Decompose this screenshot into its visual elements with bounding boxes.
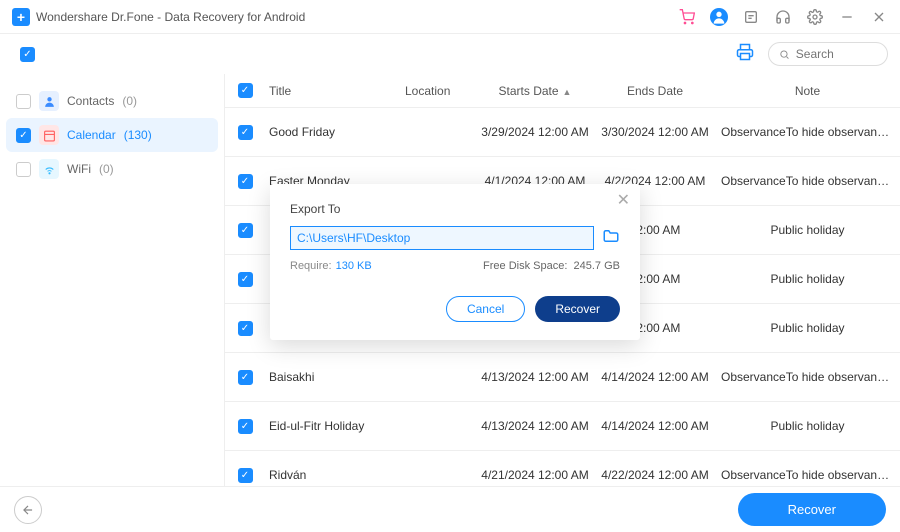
require-value: 130 KB: [336, 260, 372, 272]
cell-title: Ridván: [265, 468, 405, 482]
dialog-cancel-button[interactable]: Cancel: [446, 296, 525, 322]
sidebar-item-contacts[interactable]: ✓ Contacts (0): [6, 84, 218, 118]
back-button[interactable]: [14, 496, 42, 524]
sidebar-item-count: (0): [122, 94, 137, 108]
cell-title: Eid-ul-Fitr Holiday: [265, 419, 405, 433]
table-row[interactable]: ✓ Baisakhi 4/13/2024 12:00 AM 4/14/2024 …: [225, 353, 900, 402]
close-icon[interactable]: [870, 8, 888, 26]
col-title[interactable]: Title: [265, 84, 405, 98]
wifi-icon: [39, 159, 59, 179]
row-checkbox[interactable]: ✓: [238, 174, 253, 189]
cell-start: 4/21/2024 12:00 AM: [475, 468, 595, 482]
row-checkbox[interactable]: ✓: [238, 223, 253, 238]
cell-start: 4/13/2024 12:00 AM: [475, 370, 595, 384]
cell-end: 3/30/2024 12:00 AM: [595, 125, 715, 139]
app-logo-icon: +: [12, 8, 30, 26]
cell-note: Public holiday: [715, 272, 900, 286]
window-title: Wondershare Dr.Fone - Data Recovery for …: [36, 10, 678, 24]
row-checkbox[interactable]: ✓: [238, 370, 253, 385]
minimize-icon[interactable]: [838, 8, 856, 26]
col-ends[interactable]: Ends Date: [595, 84, 715, 98]
toolbar: ✓: [0, 34, 900, 74]
require-label: Require:130 KB: [290, 260, 372, 272]
row-checkbox[interactable]: ✓: [238, 125, 253, 140]
wifi-checkbox[interactable]: ✓: [16, 162, 31, 177]
cell-end: 4/14/2024 12:00 AM: [595, 370, 715, 384]
cell-start: 3/29/2024 12:00 AM: [475, 125, 595, 139]
sort-caret-icon: ▲: [563, 87, 572, 97]
sidebar-item-wifi[interactable]: ✓ WiFi (0): [6, 152, 218, 186]
user-avatar-icon[interactable]: [710, 8, 728, 26]
row-checkbox[interactable]: ✓: [238, 272, 253, 287]
sidebar-item-calendar[interactable]: ✓ Calendar (130): [6, 118, 218, 152]
row-checkbox[interactable]: ✓: [238, 419, 253, 434]
cell-note: ObservanceTo hide observances, go to...: [715, 125, 900, 139]
cell-note: ObservanceTo hide observances, go to...: [715, 370, 900, 384]
dialog-close-icon[interactable]: ✕: [617, 190, 630, 210]
select-all-checkbox[interactable]: ✓: [20, 47, 35, 62]
sidebar-item-label: Calendar: [67, 128, 116, 142]
print-icon[interactable]: [736, 43, 754, 66]
table-row[interactable]: ✓ Eid-ul-Fitr Holiday 4/13/2024 12:00 AM…: [225, 402, 900, 451]
cell-note: ObservanceTo hide observances, go to...: [715, 468, 900, 482]
dialog-recover-button[interactable]: Recover: [535, 296, 620, 322]
sidebar-item-label: WiFi: [67, 162, 91, 176]
cell-end: 4/22/2024 12:00 AM: [595, 468, 715, 482]
cart-icon[interactable]: [678, 8, 696, 26]
col-note[interactable]: Note: [715, 84, 900, 98]
contacts-checkbox[interactable]: ✓: [16, 94, 31, 109]
headphones-icon[interactable]: [774, 8, 792, 26]
export-dialog: ✕ Export To Require:130 KB Free Disk Spa…: [270, 184, 640, 340]
table-header: ✓ Title Location Starts Date▲ Ends Date …: [225, 74, 900, 108]
search-input[interactable]: [768, 42, 888, 66]
col-location[interactable]: Location: [405, 84, 475, 98]
col-starts[interactable]: Starts Date▲: [475, 84, 595, 98]
header-checkbox[interactable]: ✓: [238, 83, 253, 98]
sidebar-item-count: (0): [99, 162, 114, 176]
search-field[interactable]: [796, 47, 877, 61]
row-checkbox[interactable]: ✓: [238, 321, 253, 336]
cell-title: Good Friday: [265, 125, 405, 139]
cell-note: Public holiday: [715, 223, 900, 237]
free-space-value: 245.7 GB: [574, 260, 620, 272]
cell-note: Public holiday: [715, 419, 900, 433]
calendar-icon: [39, 125, 59, 145]
sidebar: ✓ Contacts (0) ✓ Calendar (130) ✓ WiFi (…: [0, 74, 224, 486]
free-space-label: Free Disk Space: 245.7 GB: [483, 260, 620, 272]
feedback-icon[interactable]: [742, 8, 760, 26]
search-icon: [779, 48, 790, 61]
calendar-checkbox[interactable]: ✓: [16, 128, 31, 143]
row-checkbox[interactable]: ✓: [238, 468, 253, 483]
contacts-icon: [39, 91, 59, 111]
dialog-title: Export To: [290, 202, 620, 216]
cell-note: Public holiday: [715, 321, 900, 335]
cell-note: ObservanceTo hide observances, go to...: [715, 174, 900, 188]
browse-folder-icon[interactable]: [602, 227, 620, 250]
titlebar: + Wondershare Dr.Fone - Data Recovery fo…: [0, 0, 900, 34]
gear-icon[interactable]: [806, 8, 824, 26]
table-row[interactable]: ✓ Ridván 4/21/2024 12:00 AM 4/22/2024 12…: [225, 451, 900, 486]
cell-start: 4/13/2024 12:00 AM: [475, 419, 595, 433]
export-path-input[interactable]: [290, 226, 594, 250]
sidebar-item-count: (130): [124, 128, 152, 142]
sidebar-item-label: Contacts: [67, 94, 114, 108]
cell-end: 4/14/2024 12:00 AM: [595, 419, 715, 433]
table-row[interactable]: ✓ Good Friday 3/29/2024 12:00 AM 3/30/20…: [225, 108, 900, 157]
footer: Recover: [0, 486, 900, 532]
recover-button[interactable]: Recover: [738, 493, 886, 526]
cell-title: Baisakhi: [265, 370, 405, 384]
